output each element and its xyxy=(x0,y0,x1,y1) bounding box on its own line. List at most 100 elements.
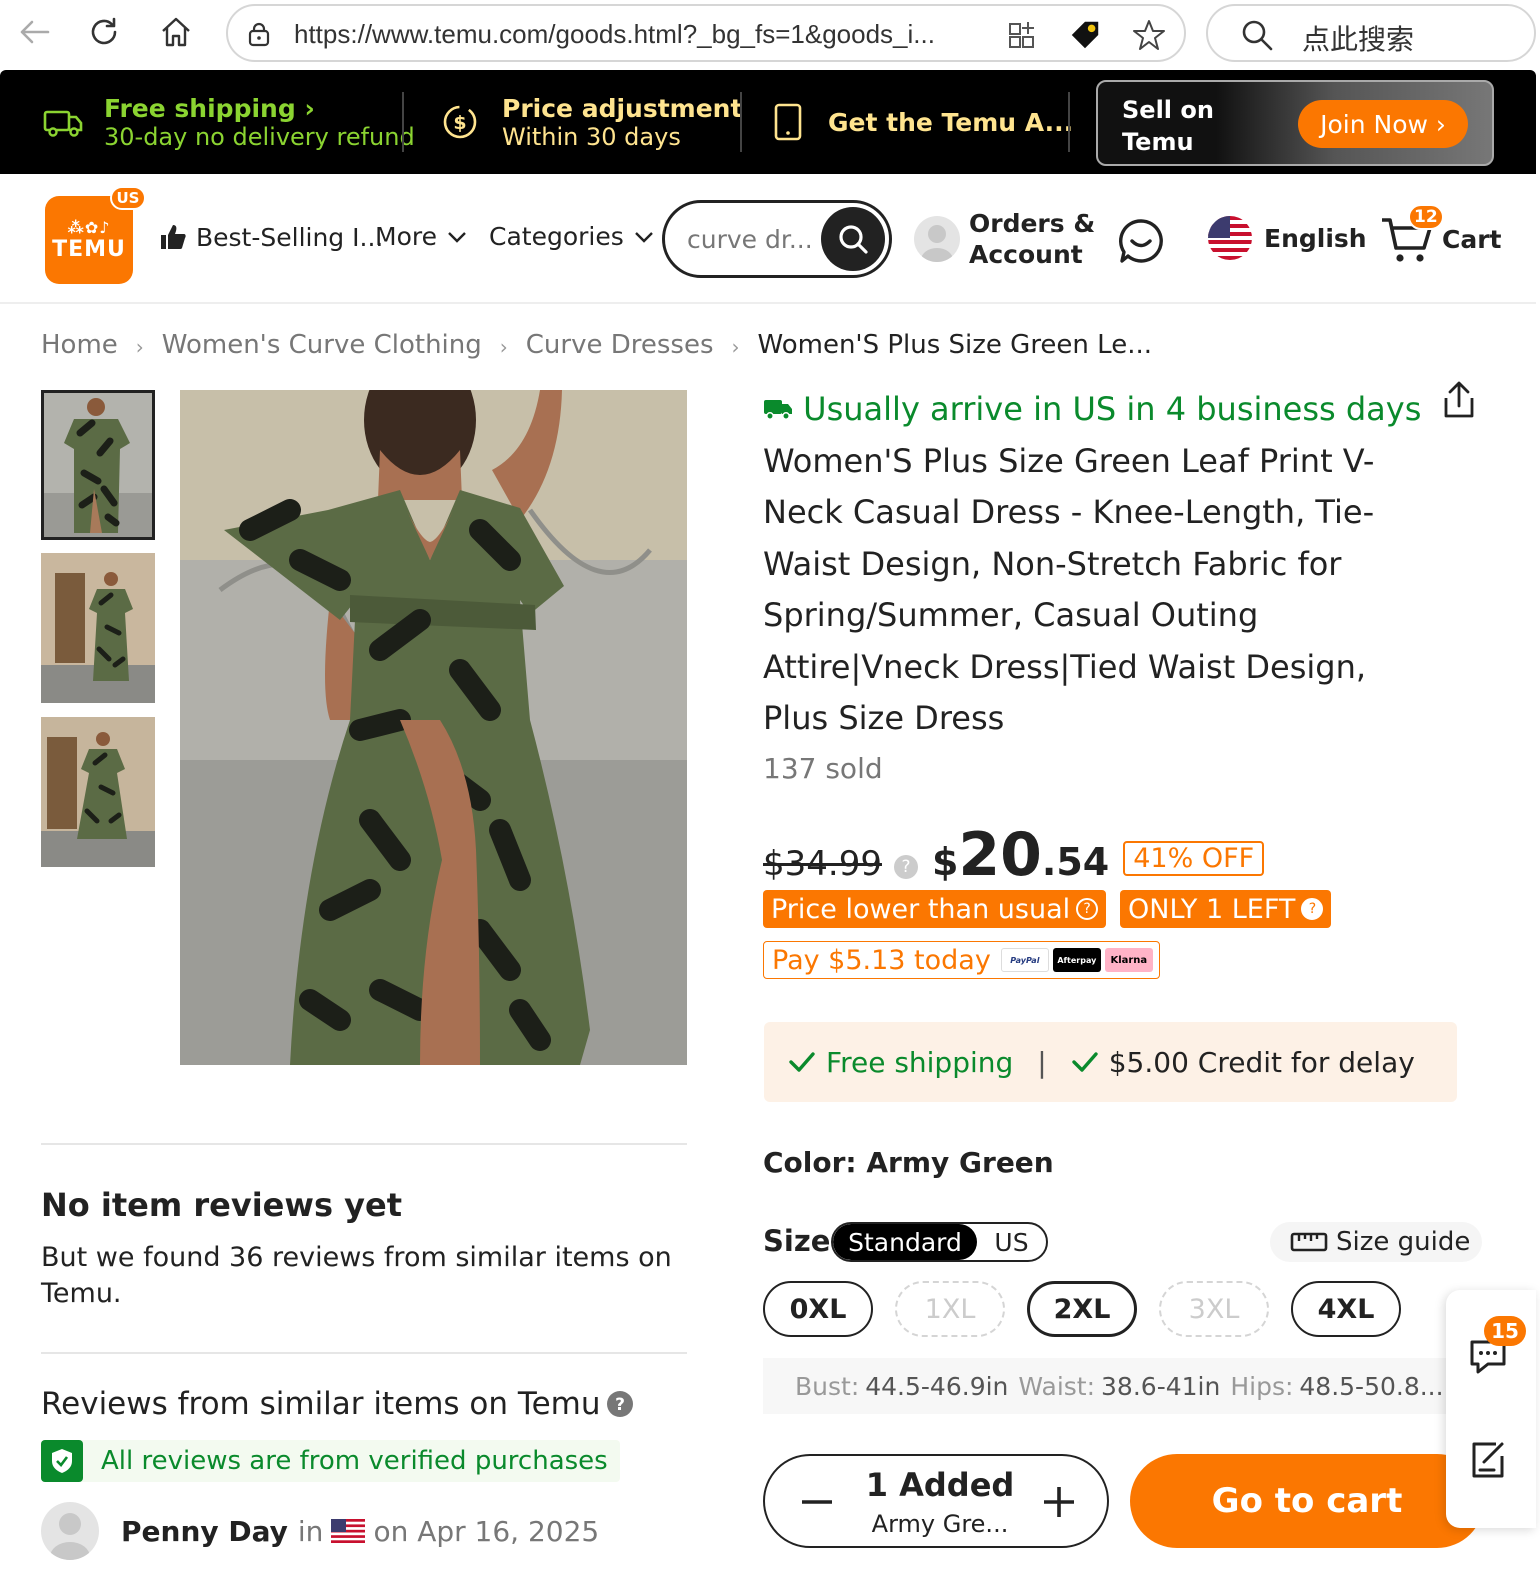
no-reviews-body: But we found 36 reviews from similar ite… xyxy=(41,1242,672,1309)
size-option-1xl[interactable]: 1XL xyxy=(895,1281,1005,1337)
breadcrumb-curve-clothing[interactable]: Women's Curve Clothing xyxy=(162,330,482,364)
site-search-input[interactable]: curve dr... xyxy=(687,225,813,254)
chat-smile-icon xyxy=(1119,219,1163,263)
logo-text: TEMU xyxy=(52,237,126,262)
share-button[interactable] xyxy=(1440,380,1478,424)
reviewer-in: in xyxy=(297,1514,324,1548)
plus-icon xyxy=(1044,1487,1074,1517)
site-search[interactable]: curve dr... xyxy=(662,200,892,278)
search-button[interactable] xyxy=(821,207,885,271)
help-question-icon[interactable]: ? xyxy=(893,855,918,879)
breadcrumb-separator: › xyxy=(499,335,508,359)
reload-button[interactable] xyxy=(84,12,124,52)
reload-icon xyxy=(91,17,117,45)
best-selling-link[interactable]: Best-Selling I... xyxy=(158,222,383,252)
more-menu[interactable]: More xyxy=(375,222,467,251)
go-to-cart-button[interactable]: Go to cart xyxy=(1130,1454,1484,1548)
reviewer-row: Penny Day in on Apr 16, 2025 xyxy=(41,1502,599,1560)
thumbnail-3[interactable] xyxy=(41,717,155,867)
home-button[interactable] xyxy=(156,12,196,52)
similar-reviews-title: Reviews from similar items on Temu ? xyxy=(41,1386,634,1422)
orders-account-link[interactable]: Orders & Account xyxy=(969,208,1095,270)
browser-search-box[interactable]: 点此搜索 xyxy=(1206,4,1536,62)
thumbnail-1[interactable] xyxy=(41,390,155,540)
price-lower-tag[interactable]: Price lower than usual ? xyxy=(763,890,1107,928)
avatar[interactable] xyxy=(914,216,960,262)
waist-label: Waist: xyxy=(1018,1371,1096,1401)
color-label: Color: Army Green xyxy=(763,1146,1054,1179)
best-selling-label: Best-Selling I... xyxy=(196,222,384,252)
promo-divider xyxy=(740,92,742,152)
promo-get-app[interactable]: Get the Temu A... xyxy=(772,70,1073,174)
back-button[interactable] xyxy=(14,12,54,52)
join-now-label: Join Now xyxy=(1320,109,1428,139)
price-decimal: .54 xyxy=(1041,840,1110,884)
promo-free-shipping[interactable]: Free shipping › 30-day no delivery refun… xyxy=(42,70,415,174)
afterpay-logo-icon: Afterpay xyxy=(1052,948,1101,972)
breadcrumb-home[interactable]: Home xyxy=(41,330,118,364)
logo-glyphs: ⁂✿♪ xyxy=(67,218,111,237)
shield-check-icon xyxy=(41,1440,83,1482)
price-lower-label: Price lower than usual xyxy=(771,893,1071,925)
messages-count-badge: 15 xyxy=(1484,1316,1526,1346)
shipping-benefits[interactable]: Free shipping | $5.00 Credit for delay xyxy=(764,1022,1457,1102)
orders-line-1: Orders & xyxy=(969,209,1096,238)
thumbnail-2[interactable] xyxy=(41,553,155,703)
waist-value: 38.6-41in xyxy=(1101,1371,1221,1401)
size-guide-label: Size guide xyxy=(1336,1227,1471,1257)
region-badge: US xyxy=(110,186,146,210)
join-now-button[interactable]: Join Now › xyxy=(1298,100,1468,148)
minus-icon xyxy=(802,1500,832,1504)
decrease-quantity-button[interactable] xyxy=(795,1480,839,1524)
more-label: More xyxy=(375,222,437,251)
back-arrow-icon xyxy=(20,20,50,44)
categories-menu[interactable]: Categories xyxy=(489,222,654,251)
pay-today-banner[interactable]: Pay $5.13 today PayPal Afterpay Klarna xyxy=(763,941,1160,979)
reviewer-avatar xyxy=(41,1502,99,1560)
feedback-button[interactable] xyxy=(1470,1440,1508,1484)
size-guide-button[interactable]: Size guide xyxy=(1270,1222,1482,1262)
site-info-icon[interactable] xyxy=(242,18,276,52)
apps-grid-icon[interactable] xyxy=(1006,18,1040,52)
price-integer: 20 xyxy=(958,820,1042,890)
size-option-4xl[interactable]: 4XL xyxy=(1291,1281,1401,1337)
checkmark-icon xyxy=(1072,1052,1098,1072)
main-product-image[interactable] xyxy=(180,390,687,1065)
size-label: Size xyxy=(763,1224,831,1258)
similar-reviews-label: Reviews from similar items on Temu xyxy=(41,1386,601,1422)
bookmark-star-icon[interactable] xyxy=(1132,18,1166,52)
increase-quantity-button[interactable] xyxy=(1037,1480,1081,1524)
breadcrumb-curve-dresses[interactable]: Curve Dresses xyxy=(526,330,714,364)
cart-label: Cart xyxy=(1442,224,1502,254)
price-tag-extension-icon[interactable] xyxy=(1068,18,1102,52)
search-icon xyxy=(1242,20,1273,51)
us-flag-icon xyxy=(1208,216,1252,260)
categories-label: Categories xyxy=(489,222,624,251)
stock-tag[interactable]: ONLY 1 LEFT ? xyxy=(1120,890,1332,928)
breadcrumb-separator: › xyxy=(135,335,144,359)
size-option-0xl[interactable]: 0XL xyxy=(763,1281,873,1337)
url-text[interactable]: https://www.temu.com/goods.html?_bg_fs=1… xyxy=(294,19,994,50)
address-bar[interactable]: https://www.temu.com/goods.html?_bg_fs=1… xyxy=(226,4,1186,62)
breadcrumb: Home › Women's Curve Clothing › Curve Dr… xyxy=(41,330,1170,364)
help-question-icon[interactable]: ? xyxy=(606,1390,634,1418)
edit-note-icon xyxy=(1472,1442,1504,1478)
size-option-2xl[interactable]: 2XL xyxy=(1027,1281,1137,1337)
promo-price-adjustment[interactable]: $ Price adjustment Within 30 days xyxy=(440,70,742,174)
help-question-icon: ? xyxy=(1301,898,1324,920)
stock-label: ONLY 1 LEFT xyxy=(1128,893,1296,925)
size-standard-option[interactable]: Standard xyxy=(833,1224,977,1260)
price-row: $34.99 ? $ 20 .54 41% OFF xyxy=(763,820,1265,890)
price-currency: $ xyxy=(931,840,959,884)
support-chat-button[interactable] xyxy=(1116,216,1166,270)
free-shipping-label: Free shipping xyxy=(104,93,296,123)
site-header: ⁂✿♪ TEMU US Best-Selling I... More Categ… xyxy=(0,174,1536,304)
language-selector[interactable]: English xyxy=(1206,214,1367,262)
size-us-option[interactable]: US xyxy=(977,1224,1046,1260)
breadcrumb-separator: › xyxy=(731,335,740,359)
sell-on-temu-banner[interactable]: Sell on Temu Join Now › xyxy=(1096,80,1494,166)
hips-value: 48.5-50.8... xyxy=(1299,1371,1444,1401)
size-option-3xl[interactable]: 3XL xyxy=(1159,1281,1269,1337)
price-adjustment-label: Price adjustment xyxy=(502,93,743,123)
size-system-toggle[interactable]: Standard US xyxy=(831,1222,1048,1262)
